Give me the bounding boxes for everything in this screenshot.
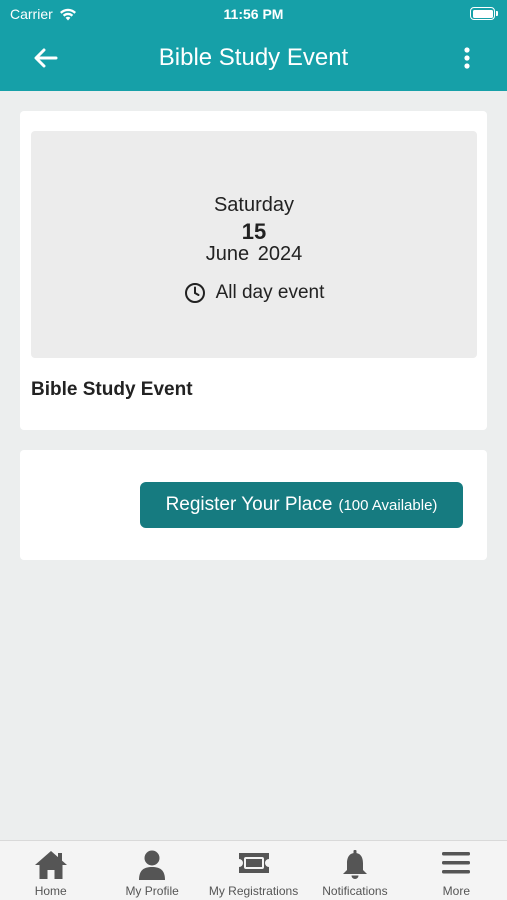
overflow-menu-button[interactable] xyxy=(455,42,479,74)
status-time: 11:56 PM xyxy=(223,6,284,22)
status-bar: Carrier 11:56 PM xyxy=(0,0,507,28)
bell-icon xyxy=(342,850,367,879)
nav-bar: Bible Study Event xyxy=(0,28,507,91)
battery-icon xyxy=(470,7,498,20)
register-availability: (100 Available) xyxy=(338,496,438,514)
home-icon xyxy=(34,851,67,879)
event-name: Bible Study Event xyxy=(31,379,193,400)
tab-my-registrations[interactable]: My Registrations xyxy=(203,841,304,900)
tab-notifications[interactable]: Notifications xyxy=(304,841,405,900)
event-time-label: All day event xyxy=(215,282,325,303)
event-time: All day event xyxy=(31,282,477,304)
profile-icon xyxy=(139,850,166,880)
menu-icon xyxy=(442,852,471,874)
tab-my-profile[interactable]: My Profile xyxy=(101,841,202,900)
app-header: Carrier 11:56 PM Bible Study Event xyxy=(0,0,507,91)
tab-notifications-label: Notifications xyxy=(322,884,388,898)
more-vertical-icon xyxy=(464,47,470,69)
register-button[interactable]: Register Your Place (100 Available) xyxy=(140,482,463,528)
register-button-label: Register Your Place xyxy=(165,494,333,515)
clock-icon xyxy=(184,283,205,303)
page-title: Bible Study Event xyxy=(158,44,349,71)
ticket-icon xyxy=(238,853,269,873)
register-card: Register Your Place (100 Available) xyxy=(20,450,487,560)
event-date-box: Saturday 15 June 2024 All day event xyxy=(31,131,477,358)
bottom-tab-bar: Home My Profile My Registrations Notific… xyxy=(0,840,507,900)
tab-home-label: Home xyxy=(34,884,67,898)
event-day: 15 xyxy=(241,219,267,244)
tab-more[interactable]: More xyxy=(406,841,507,900)
tab-home[interactable]: Home xyxy=(0,841,101,900)
tab-my-registrations-label: My Registrations xyxy=(208,884,299,898)
event-weekday: Saturday xyxy=(213,194,295,216)
tab-my-profile-label: My Profile xyxy=(125,884,179,898)
tab-more-label: More xyxy=(442,884,470,898)
event-month-year: June 2024 xyxy=(205,243,303,265)
event-card: Saturday 15 June 2024 All day event Bibl… xyxy=(20,111,487,430)
